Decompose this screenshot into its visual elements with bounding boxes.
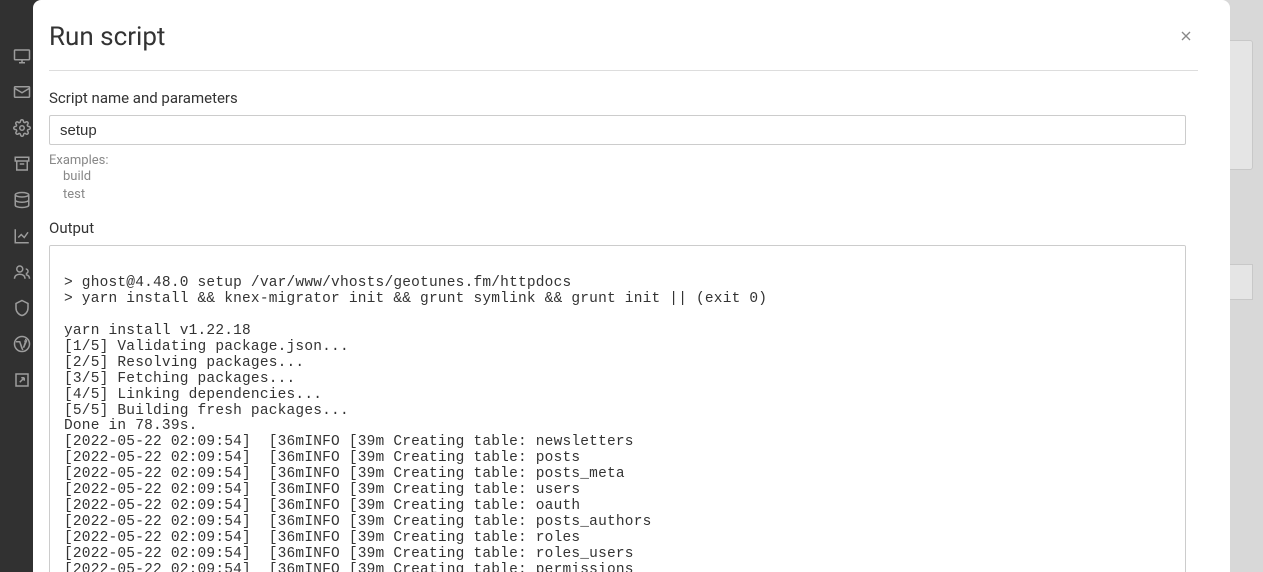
output-label: Output [49, 219, 1186, 237]
script-input-label: Script name and parameters [49, 89, 1186, 107]
script-input[interactable] [49, 115, 1186, 145]
examples-block: Examples: build test [49, 153, 1186, 203]
close-icon [1178, 32, 1194, 47]
close-button[interactable] [1174, 24, 1198, 51]
example-item: test [63, 186, 1186, 204]
examples-label: Examples: [49, 153, 1186, 168]
modal-title: Run script [49, 22, 165, 52]
modal-body: Script name and parameters Examples: bui… [49, 89, 1198, 572]
output-console[interactable]: > ghost@4.48.0 setup /var/www/vhosts/geo… [49, 245, 1186, 572]
modal-header: Run script [49, 22, 1198, 71]
example-item: build [63, 168, 1186, 186]
run-script-modal: Run script Script name and parameters Ex… [33, 0, 1230, 572]
